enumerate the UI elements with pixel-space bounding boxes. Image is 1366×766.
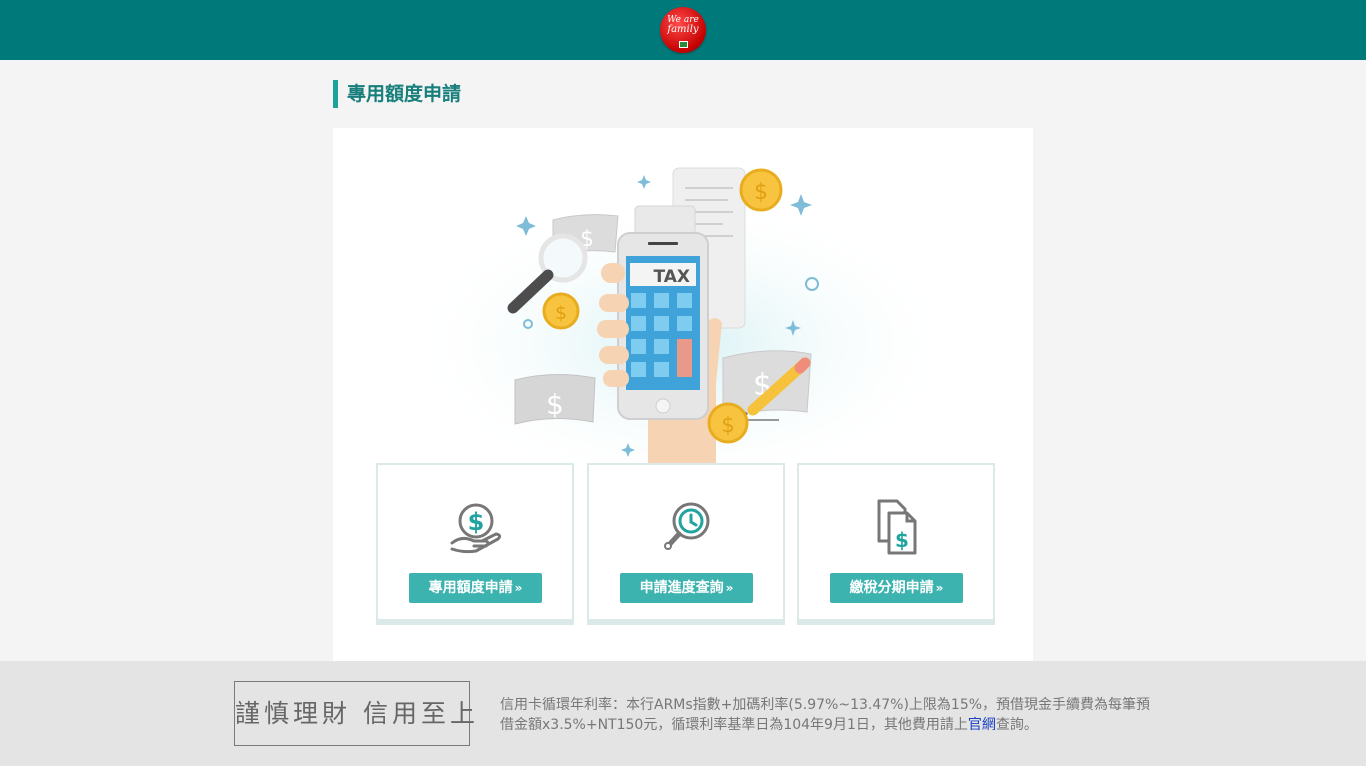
logo-line2: family xyxy=(667,24,699,35)
logo-text: We are family xyxy=(660,16,706,35)
progress-query-button[interactable]: 申請進度查詢» xyxy=(620,573,753,603)
tile-icon-dollar-1: $ xyxy=(468,508,485,536)
coin-symbol-1: $ xyxy=(754,180,768,205)
documents-dollar-icon: $ xyxy=(877,499,917,555)
logo-mark xyxy=(679,41,688,48)
note-text-1: 信用卡循環年利率：本行ARMs指數+加碼利率(5.97%~13.47%)上限為1… xyxy=(500,697,1151,733)
tile-progress-query[interactable]: 申請進度查詢» xyxy=(587,463,785,625)
main-card: $ $ $ TAX $ $ $ $ 專用額度申請 » 申請進度查詢 » $ 繳稅… xyxy=(333,128,1033,661)
hand-coin-icon: $ xyxy=(450,503,502,554)
tile-icon-dollar-3: $ xyxy=(895,528,909,552)
progress-query-label: 申請進度查詢 xyxy=(639,580,724,596)
tile-credit-apply[interactable]: $ 專用額度申請» xyxy=(376,463,574,625)
service-tiles: $ 專用額度申請» 申請進度查詢» $ 繳稅分期申請» xyxy=(376,463,996,627)
tax-installment-label: 繳稅分期申請 xyxy=(849,580,934,596)
coin-symbol-3: $ xyxy=(721,413,734,437)
chevron-right-icon: » xyxy=(725,581,734,595)
footer: 謹慎理財 信用至上 信用卡循環年利率：本行ARMs指數+加碼利率(5.97%~1… xyxy=(0,661,1366,766)
calculator-screen: TAX xyxy=(653,267,690,287)
chevron-right-icon: » xyxy=(935,581,944,595)
coin-symbol-2: $ xyxy=(555,302,567,324)
top-bar: We are family xyxy=(0,0,1366,60)
bill-symbol-2: $ xyxy=(546,388,564,421)
chevron-right-icon: » xyxy=(514,581,523,595)
slogan-box: 謹慎理財 信用至上 xyxy=(234,681,475,746)
credit-apply-label: 專用額度申請 xyxy=(428,580,513,596)
credit-apply-button[interactable]: 專用額度申請» xyxy=(409,573,542,603)
clock-search-icon xyxy=(664,502,710,550)
interest-rate-note: 信用卡循環年利率：本行ARMs指數+加碼利率(5.97%~13.47%)上限為1… xyxy=(500,695,1160,735)
tax-installment-button[interactable]: 繳稅分期申請» xyxy=(830,573,963,603)
note-text-2: 查詢。 xyxy=(995,717,1038,733)
page-title: 專用額度申請 xyxy=(333,80,461,108)
tile-tax-installment[interactable]: $ 繳稅分期申請» xyxy=(797,463,995,625)
logo[interactable]: We are family xyxy=(660,7,706,53)
hero-illustration: $ $ $ TAX $ $ $ xyxy=(403,167,963,463)
official-site-link[interactable]: 官網 xyxy=(968,717,996,733)
